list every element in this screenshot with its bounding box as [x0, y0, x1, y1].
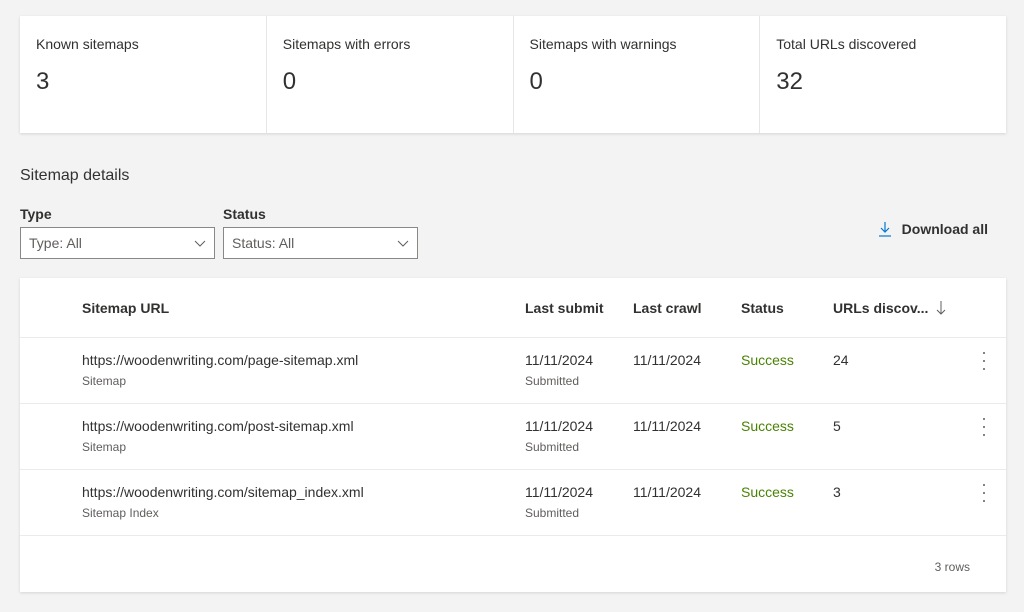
type-filter-label: Type	[20, 206, 52, 222]
download-all-label: Download all	[901, 221, 988, 237]
last-crawl-date: 11/11/2024	[633, 418, 701, 434]
sitemap-url-cell: https://woodenwriting.com/post-sitemap.x…	[82, 418, 354, 454]
urls-discovered: 24	[833, 352, 849, 368]
section-title: Sitemap details	[20, 167, 130, 184]
last-submit-cell: 11/11/2024 Submitted	[525, 484, 593, 520]
summary-card-known-sitemaps: Known sitemaps 3	[20, 16, 267, 133]
more-options-icon[interactable]	[980, 484, 988, 502]
card-value: 32	[776, 68, 803, 95]
table-row[interactable]: https://woodenwriting.com/sitemap_index.…	[20, 470, 1006, 536]
sitemap-url-cell: https://woodenwriting.com/page-sitemap.x…	[82, 352, 358, 388]
download-all-button[interactable]: Download all	[878, 221, 988, 237]
status-dropdown[interactable]: Status: All	[223, 227, 418, 259]
column-header-status[interactable]: Status	[741, 300, 784, 316]
last-submit-date: 11/11/2024	[525, 418, 593, 434]
download-icon	[878, 222, 891, 237]
card-label: Known sitemaps	[36, 36, 139, 52]
table-row[interactable]: https://woodenwriting.com/page-sitemap.x…	[20, 338, 1006, 404]
column-header-sitemap-url[interactable]: Sitemap URL	[82, 300, 169, 316]
chevron-down-icon	[397, 240, 409, 247]
arrow-down-icon	[937, 301, 946, 315]
urls-discovered: 3	[833, 484, 841, 500]
chevron-down-icon	[194, 240, 206, 247]
status-text: Success	[741, 484, 794, 500]
card-value: 3	[36, 68, 50, 95]
status-dropdown-value: Status: All	[232, 235, 295, 251]
status-text: Success	[741, 352, 794, 368]
last-crawl-date: 11/11/2024	[633, 352, 701, 368]
last-submit-cell: 11/11/2024 Submitted	[525, 418, 593, 454]
last-crawl-date: 11/11/2024	[633, 484, 701, 500]
table-row[interactable]: https://woodenwriting.com/post-sitemap.x…	[20, 404, 1006, 470]
column-header-last-crawl[interactable]: Last crawl	[633, 300, 701, 316]
more-options-icon[interactable]	[980, 418, 988, 436]
card-label: Sitemaps with errors	[282, 36, 411, 52]
status-filter: Status Status: All	[223, 206, 418, 259]
sitemap-url[interactable]: https://woodenwriting.com/post-sitemap.x…	[82, 418, 354, 434]
column-header-urls-discovered[interactable]: URLs discov...	[833, 300, 946, 316]
urls-discovered: 5	[833, 418, 841, 434]
sitemap-url[interactable]: https://woodenwriting.com/sitemap_index.…	[82, 484, 364, 500]
type-dropdown-value: Type: All	[29, 235, 82, 251]
submit-note: Submitted	[525, 440, 580, 454]
last-submit-date: 11/11/2024	[525, 352, 593, 368]
sitemap-type: Sitemap	[82, 374, 127, 388]
sitemap-url[interactable]: https://woodenwriting.com/page-sitemap.x…	[82, 352, 358, 368]
table-header: Sitemap URL Last submit Last crawl Statu…	[20, 278, 1006, 338]
sitemap-url-cell: https://woodenwriting.com/sitemap_index.…	[82, 484, 364, 520]
summary-card-errors: Sitemaps with errors 0	[267, 16, 514, 133]
summary-card-warnings: Sitemaps with warnings 0	[514, 16, 761, 133]
last-submit-cell: 11/11/2024 Submitted	[525, 352, 593, 388]
status-text: Success	[741, 418, 794, 434]
sitemap-type: Sitemap Index	[82, 506, 159, 520]
card-value: 0	[282, 68, 297, 95]
row-count: 3 rows	[934, 560, 970, 574]
submit-note: Submitted	[525, 506, 580, 520]
card-label: Total URLs discovered	[776, 36, 917, 52]
card-label: Sitemaps with warnings	[529, 36, 677, 52]
sitemap-type: Sitemap	[82, 440, 127, 454]
type-dropdown[interactable]: Type: All	[20, 227, 215, 259]
sitemap-table: Sitemap URL Last submit Last crawl Statu…	[20, 278, 1006, 592]
column-header-urls-label: URLs discov...	[833, 300, 929, 316]
more-options-icon[interactable]	[980, 352, 988, 370]
type-filter: Type Type: All	[20, 206, 215, 259]
card-value: 0	[529, 68, 543, 95]
summary-card-total-urls: Total URLs discovered 32	[760, 16, 1006, 133]
column-header-last-submit[interactable]: Last submit	[525, 300, 604, 316]
summary-cards: Known sitemaps 3 Sitemaps with errors 0 …	[20, 16, 1006, 133]
last-submit-date: 11/11/2024	[525, 484, 593, 500]
status-filter-label: Status	[223, 206, 266, 222]
submit-note: Submitted	[525, 374, 580, 388]
